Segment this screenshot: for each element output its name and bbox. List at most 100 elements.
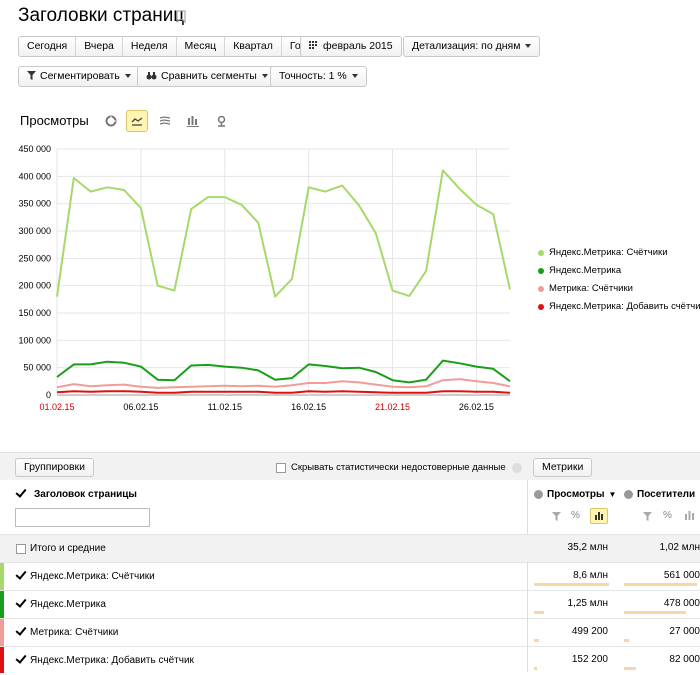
bar-chart-icon[interactable] [182, 110, 204, 132]
legend-dot [538, 303, 544, 310]
detail-dropdown[interactable]: Детализация: по дням [403, 36, 541, 57]
legend-item[interactable]: Метрика: Счётчики [538, 283, 633, 294]
groupings-button[interactable]: Группировки [15, 458, 95, 477]
x-tick-label: 06.02.15 [123, 402, 158, 412]
x-tick-label: 21.02.15 [375, 402, 410, 412]
hide-unreliable-toggle[interactable]: Скрывать статистически недостоверные дан… [276, 462, 522, 473]
totals-checkbox[interactable] [16, 544, 26, 554]
series-line[interactable] [56, 169, 511, 298]
period-yesterday-button[interactable]: Вчера [76, 37, 123, 56]
hide-unreliable-checkbox[interactable] [276, 462, 286, 473]
table-row[interactable]: Метрика: Счётчики 499 200 27 000 [0, 618, 700, 647]
legend-label: Яндекс.Метрика [549, 265, 622, 276]
line-chart-icon[interactable] [126, 110, 148, 132]
chevron-down-icon [261, 74, 268, 78]
period-week-button[interactable]: Неделя [122, 37, 177, 56]
x-tick-label: 11.02.15 [208, 402, 242, 412]
filter-icon[interactable] [643, 512, 652, 521]
dimension-header[interactable]: Заголовок страницы [16, 489, 137, 500]
bar-toggle-icon[interactable] [590, 508, 608, 524]
legend-item[interactable]: Яндекс.Метрика: Добавить счётчик [538, 301, 700, 312]
compare-segments-button[interactable]: Сравнить сегменты [137, 66, 277, 87]
y-tick-label: 450 000 [18, 144, 51, 154]
col-views-header[interactable]: Просмотры ▼ [534, 489, 616, 500]
table-row[interactable]: Яндекс.Метрика 1,25 млн 478 000 [0, 590, 700, 619]
row-checkbox[interactable] [16, 572, 26, 582]
y-tick-label: 150 000 [18, 308, 51, 318]
help-icon[interactable] [511, 462, 522, 473]
col-visitors-header[interactable]: Посетители [624, 489, 695, 500]
row-views: 152 200 [571, 654, 608, 665]
series-line[interactable] [56, 390, 511, 394]
chevron-down-icon [124, 74, 131, 78]
compare-label: Сравнить сегменты [161, 70, 257, 82]
map-icon[interactable] [210, 110, 232, 132]
table-row[interactable]: Яндекс.Метрика: Счётчики 8,6 млн 561 000 [0, 562, 700, 591]
col-visitors-label: Посетители [637, 489, 696, 500]
period-today-button[interactable]: Сегодня [19, 37, 77, 56]
visitors-bar [624, 611, 686, 614]
legend-item[interactable]: Яндекс.Метрика [538, 265, 621, 276]
series-color-marker [0, 563, 4, 591]
row-visitors: 27 000 [669, 626, 700, 637]
stacked-area-icon[interactable] [154, 110, 176, 132]
series-line[interactable] [56, 378, 511, 389]
y-tick-label: 300 000 [18, 226, 51, 236]
compare-icon [146, 72, 157, 80]
table-row[interactable]: Яндекс.Метрика: Добавить счётчик 152 200… [0, 646, 700, 673]
dimension-header-label: Заголовок страницы [34, 489, 137, 500]
row-visitors: 82 000 [669, 654, 700, 665]
x-tick-label: 01.02.15 [39, 402, 74, 412]
chart-title: Просмотры [20, 113, 89, 128]
legend-item[interactable]: Яндекс.Метрика: Счётчики [538, 247, 668, 258]
series-color-marker [0, 591, 4, 619]
totals-views: 35,2 млн [567, 542, 608, 553]
chevron-down-icon [525, 44, 532, 48]
row-views: 499 200 [571, 626, 608, 637]
legend-dot [538, 267, 544, 274]
detail-label: Детализация: по дням [412, 40, 521, 52]
row-checkbox[interactable] [16, 656, 26, 666]
x-tick-label: 26.02.15 [459, 402, 494, 412]
period-quarter-button[interactable]: Квартал [225, 37, 282, 56]
series-line[interactable] [56, 359, 511, 384]
bar-toggle-icon[interactable] [684, 510, 696, 521]
row-checkbox[interactable] [16, 600, 26, 610]
chevron-down-icon [351, 74, 358, 78]
metrics-button[interactable]: Метрики [533, 458, 593, 477]
page-title: Заголовки страниц [18, 5, 185, 26]
legend-dot [538, 249, 544, 256]
col-views-label: Просмотры [547, 489, 605, 500]
line-chart: 450 000 400 000 350 000 300 000 250 000 200 0… [18, 144, 511, 412]
dimension-filter-input[interactable] [15, 508, 150, 527]
y-tick-label: 350 000 [18, 199, 51, 209]
dimension-checkbox[interactable] [16, 490, 26, 500]
series-color-marker [0, 619, 4, 647]
series-color-marker [0, 647, 4, 673]
date-range-button[interactable]: февраль 2015 [300, 36, 402, 57]
bookmark-icon[interactable] [176, 10, 186, 23]
row-views: 1,25 млн [567, 598, 608, 609]
segment-button[interactable]: Сегментировать [18, 66, 140, 87]
totals-label: Итого и средние [30, 543, 106, 554]
accuracy-dropdown[interactable]: Точность: 1 % [270, 66, 367, 87]
x-tick-label: 16.02.15 [291, 402, 326, 412]
help-icon[interactable] [534, 490, 543, 499]
y-tick-label: 100 000 [18, 335, 51, 345]
visitors-bar [624, 583, 697, 586]
legend-label: Яндекс.Метрика: Счётчики [549, 247, 668, 258]
visitors-bar [624, 667, 636, 670]
row-label: Яндекс.Метрика: Счётчики [30, 571, 155, 582]
views-bar [534, 583, 609, 586]
filter-icon[interactable] [552, 512, 561, 521]
period-month-button[interactable]: Месяц [176, 37, 226, 56]
percent-icon[interactable]: % [663, 510, 672, 521]
row-checkbox[interactable] [16, 628, 26, 638]
sort-desc-icon[interactable]: ▼ [609, 490, 617, 499]
help-icon[interactable] [624, 490, 633, 499]
pie-chart-icon[interactable] [100, 110, 122, 132]
percent-icon[interactable]: % [571, 510, 580, 521]
y-tick-label: 250 000 [18, 253, 51, 263]
period-selector: Сегодня Вчера Неделя Месяц Квартал Год [18, 36, 316, 57]
row-label: Метрика: Счётчики [30, 627, 119, 638]
